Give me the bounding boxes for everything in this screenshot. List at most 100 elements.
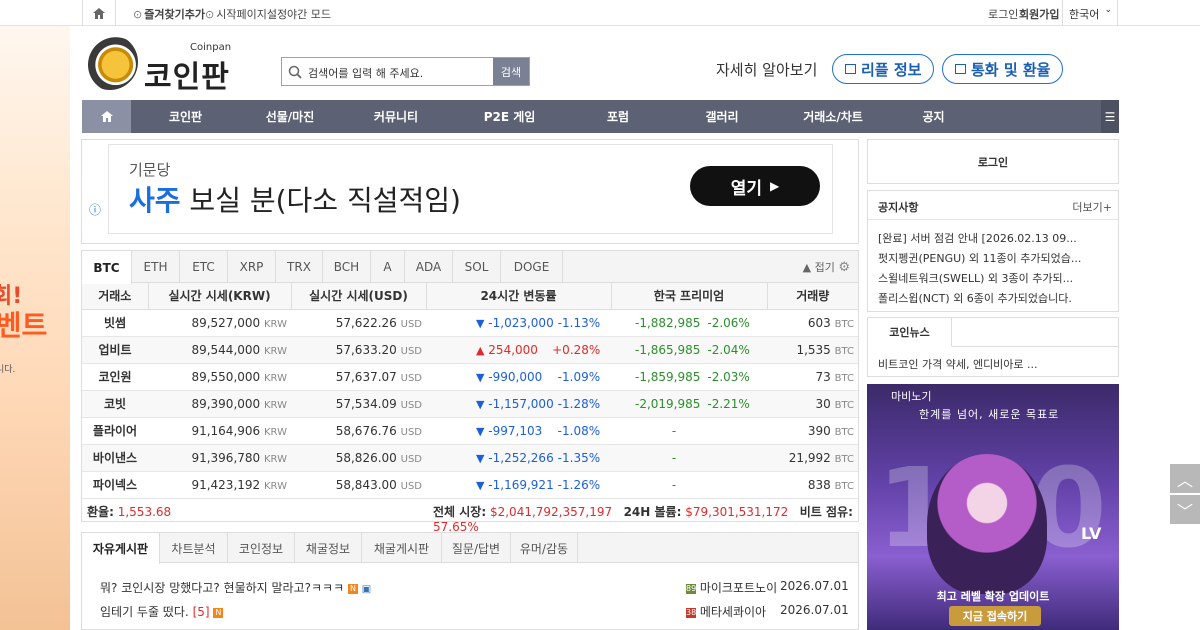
exchange-name[interactable]: 플라이어 <box>82 417 148 445</box>
krw-price: 89,527,000 KRW <box>148 309 291 337</box>
nav-item-community[interactable]: 커뮤니티 <box>340 100 452 133</box>
tab-doge[interactable]: DOGE <box>501 251 563 283</box>
col-volume: 거래량 <box>767 283 858 310</box>
signup-link[interactable]: 회원가입 <box>1019 6 1059 22</box>
ripple-info-button[interactable]: 리플 정보 <box>832 54 935 84</box>
saju-ad[interactable]: 기문당 사주 보실 분(다소 직설적임) 열기 ▶ ⓘ <box>89 144 833 234</box>
play-icon: ▶ <box>770 179 780 193</box>
nav-item-coinpan[interactable]: 코인판 <box>131 100 240 133</box>
tab-sol[interactable]: SOL <box>453 251 501 283</box>
post-author[interactable]: 89 마이크포트노이 <box>686 579 777 596</box>
tab-xrp[interactable]: XRP <box>228 251 276 283</box>
tab-qna[interactable]: 질문/답변 <box>442 533 511 563</box>
tab-free-board[interactable]: 자유게시판 <box>82 533 160 564</box>
tab-bch[interactable]: BCH <box>323 251 371 283</box>
exchange-name[interactable]: 파이넥스 <box>82 471 148 499</box>
set-startpage-link[interactable]: ⊙ 시작페이지설정 <box>205 6 287 22</box>
tab-ada[interactable]: ADA <box>405 251 453 283</box>
game-ad[interactable]: 마비노기 한계를 넘어, 새로운 목표로 100 LV 최고 레벨 확장 업데이… <box>867 384 1119 630</box>
notice-item[interactable]: [완료] 서버 점검 안내 [2026.02.13 09... <box>878 230 1077 246</box>
scroll-down-icon[interactable]: ﹀ <box>1170 495 1200 524</box>
pin-icon: ⊙ <box>205 7 215 21</box>
tab-mining-info[interactable]: 채굴정보 <box>295 533 362 563</box>
top-utility-bar: ⊙ 즐겨찾기추가 ⊙ 시작페이지설정 야간 모드 로그인 회원가입 한국어 ⌄ <box>0 0 1200 26</box>
volume: 838 BTC <box>767 471 858 499</box>
exchange-name[interactable]: 바이낸스 <box>82 444 148 472</box>
menu-icon[interactable]: ☰ <box>1101 100 1119 133</box>
nav-home-icon[interactable] <box>82 100 131 133</box>
character-illustration <box>927 454 1047 594</box>
nav-item-notice[interactable]: 공지 <box>891 100 976 133</box>
usd-price: 57,637.07 USD <box>291 363 426 391</box>
collapse-button[interactable]: ▲ 접기 ⚙ <box>803 259 850 275</box>
currency-rate-button[interactable]: 통화 및 환율 <box>942 54 1064 84</box>
exchange-name[interactable]: 업비트 <box>82 336 148 364</box>
usd-price: 58,676.76 USD <box>291 417 426 445</box>
tab-chart-analysis[interactable]: 차트분석 <box>160 533 228 563</box>
ad-open-button[interactable]: 열기 ▶ <box>690 166 820 206</box>
nav-item-gallery[interactable]: 갤러리 <box>669 100 775 133</box>
tab-etc[interactable]: ETC <box>180 251 228 283</box>
search-input[interactable]: 검색어를 입력 해 주세요. <box>308 58 493 85</box>
korea-premium: -1,865,985 -2.04% <box>611 336 767 364</box>
notice-item[interactable]: 폴리스윕(NCT) 외 6종이 추가되었습니다. <box>878 290 1072 306</box>
home-icon[interactable] <box>82 0 116 26</box>
usd-price: 57,534.09 USD <box>291 390 426 418</box>
tab-a[interactable]: A <box>371 251 405 283</box>
level-badge: 38 <box>686 607 697 618</box>
gear-icon[interactable]: ⚙ <box>838 260 850 275</box>
site-logo[interactable]: Coinpan 코인판 <box>82 34 242 95</box>
ad-info-icon[interactable]: ⓘ <box>89 201 101 218</box>
table-row: 바이낸스 91,396,780 KRW 58,826.00 USD ▼ -1,252,… <box>82 444 858 472</box>
tab-coin-info[interactable]: 코인정보 <box>228 533 295 563</box>
usd-price: 57,622.26 USD <box>291 309 426 337</box>
post-title[interactable]: 뭐? 코인시장 망했다고? 현물하지 말라고?ㅋㅋㅋ N ▣ <box>100 579 371 596</box>
tab-humor[interactable]: 유머/감동 <box>511 533 578 563</box>
add-favorite-link[interactable]: ⊙ 즐겨찾기추가 <box>133 6 205 22</box>
notice-item[interactable]: 펏지펭귄(PENGU) 외 11종이 추가되었습... <box>878 250 1081 266</box>
new-icon: N <box>213 607 224 618</box>
tab-coin-news[interactable]: 코인뉴스 <box>868 318 952 347</box>
korea-premium: -1,882,985 -2.06% <box>611 309 767 337</box>
tab-mining-board[interactable]: 채굴게시판 <box>362 533 442 563</box>
coin-news-box: 코인뉴스 비트코인 가격 약세, 엔디비아로 ... <box>867 317 1119 377</box>
post-title[interactable]: 임테기 두줄 떴다. [5] N <box>100 603 224 620</box>
notice-more-link[interactable]: 더보기+ <box>1072 199 1112 215</box>
price-change: ▼ -1,252,266 -1.35% <box>426 444 611 472</box>
tab-eth[interactable]: ETH <box>132 251 180 283</box>
learn-more-link[interactable]: 자세히 알아보기 <box>716 59 817 80</box>
chevron-down-icon: ⌄ <box>1104 5 1112 15</box>
volume: 30 BTC <box>767 390 858 418</box>
nav-item-p2e[interactable]: P2E 게임 <box>452 100 567 133</box>
notice-item[interactable]: 스윌네트워크(SWELL) 외 3종이 추가되... <box>878 270 1073 286</box>
post-date: 2026.07.01 <box>780 603 849 617</box>
volume: 21,992 BTC <box>767 444 858 472</box>
exchange-name[interactable]: 코인원 <box>82 363 148 391</box>
dark-mode-toggle[interactable]: 야간 모드 <box>287 6 331 22</box>
post-date: 2026.07.01 <box>780 579 849 593</box>
language-select[interactable]: 한국어 ⌄ <box>1062 0 1118 26</box>
sidebar-login[interactable]: 로그인 <box>868 140 1118 170</box>
news-item[interactable]: 비트코인 가격 약세, 엔디비아로 ... <box>878 356 1038 372</box>
table-row: 플라이어 91,164,906 KRW 58,676.76 USD ▼ -997,10… <box>82 417 858 445</box>
tab-btc[interactable]: BTC <box>82 251 132 284</box>
tab-trx[interactable]: TRX <box>276 251 323 283</box>
login-box[interactable]: 로그인 <box>867 139 1119 184</box>
scroll-up-icon[interactable]: ︿ <box>1170 464 1200 493</box>
krw-price: 91,423,192 KRW <box>148 471 291 499</box>
ad-cta-button[interactable]: 지금 접속하기 <box>949 606 1041 626</box>
search-button[interactable]: 검색 <box>493 58 529 85</box>
nav-item-exchange[interactable]: 거래소/차트 <box>775 100 891 133</box>
post-author[interactable]: 38 메타세콰이아 <box>686 603 766 620</box>
document-icon <box>955 64 966 74</box>
usd-price: 58,826.00 USD <box>291 444 426 472</box>
price-change: ▼ -1,023,000 -1.13% <box>426 309 611 337</box>
login-link[interactable]: 로그인 <box>988 6 1018 22</box>
exchange-name[interactable]: 빗썸 <box>82 309 148 337</box>
exchange-name[interactable]: 코빗 <box>82 390 148 418</box>
nav-item-futures[interactable]: 선물/마진 <box>240 100 340 133</box>
nav-item-forum[interactable]: 포럼 <box>567 100 669 133</box>
document-icon <box>845 64 856 74</box>
left-side-ad[interactable]: 회! 이벤트 니다. <box>0 26 70 630</box>
table-row: 업비트 89,544,000 KRW 57,633.20 USD ▲ 254,000 … <box>82 336 858 364</box>
